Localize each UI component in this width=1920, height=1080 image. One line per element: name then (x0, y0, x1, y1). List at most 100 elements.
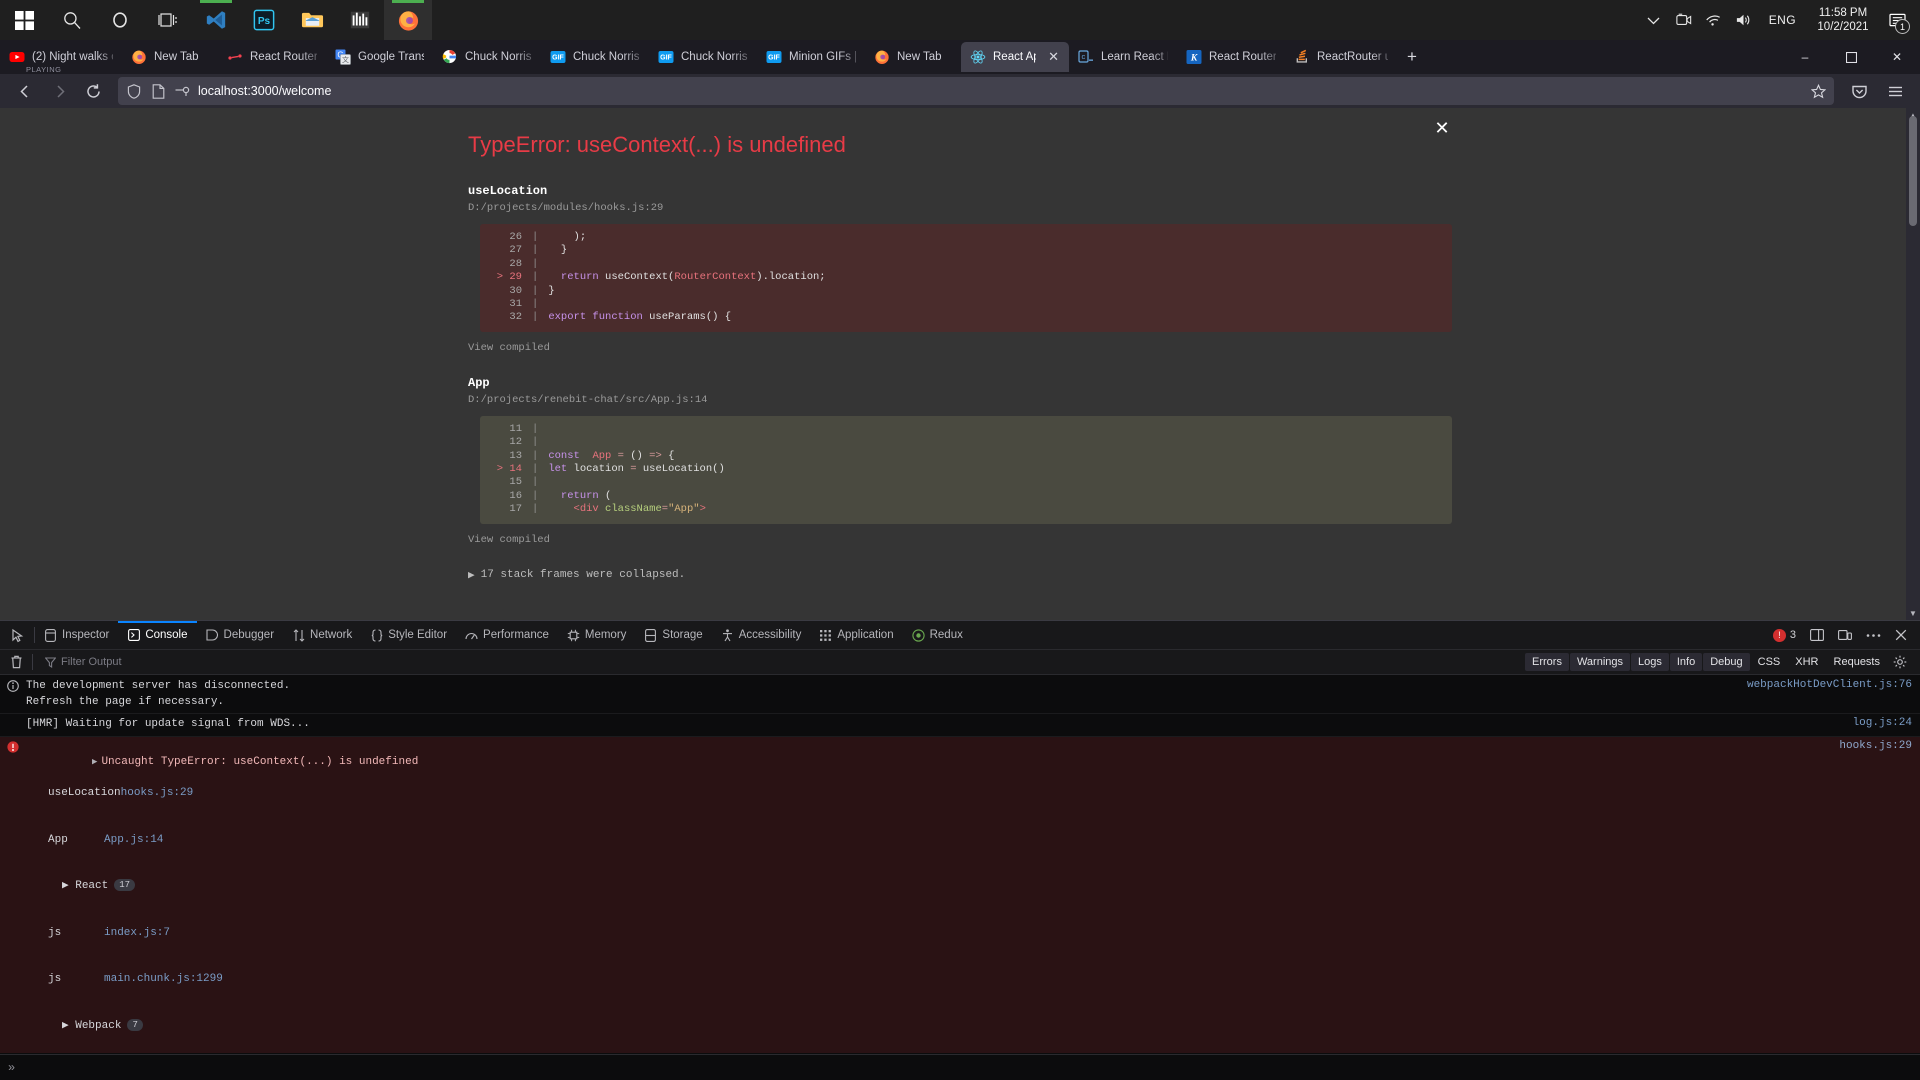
tab-debugger[interactable]: Debugger (197, 621, 284, 650)
stack-group-count: 17 (114, 879, 136, 891)
stack-fn-loc[interactable]: App.js:14 (104, 834, 163, 846)
meatball-menu-icon[interactable] (1860, 622, 1886, 648)
photoshop-icon[interactable]: Ps (240, 0, 288, 40)
minimize-button[interactable]: – (1782, 40, 1828, 74)
stack-group-webpack[interactable]: ▶ Webpack (26, 1019, 121, 1035)
console-message-error[interactable]: ▶ Uncaught TypeError: useContext(...) is … (0, 736, 1920, 1053)
browser-tab[interactable]: New Tab (122, 42, 218, 72)
view-compiled-link[interactable]: View compiled (468, 342, 1460, 354)
filter-chip-requests[interactable]: Requests (1827, 653, 1887, 671)
browser-tab[interactable]: GIF Chuck Norris Mi (649, 42, 757, 72)
browser-tab[interactable]: c Learn React Rout (1069, 42, 1177, 72)
filter-chip-debug[interactable]: Debug (1703, 653, 1750, 671)
gear-icon[interactable] (1888, 651, 1912, 673)
clock-time: 11:58 PM (1818, 7, 1868, 19)
forward-button[interactable] (42, 76, 76, 106)
tab-accessibility[interactable]: Accessibility (712, 621, 811, 650)
tray-chevron-up-icon[interactable] (1639, 0, 1669, 40)
view-compiled-link[interactable]: View compiled (468, 534, 1460, 546)
reload-button[interactable] (76, 76, 110, 106)
console-message[interactable]: [HMR] Waiting for update signal from WDS… (0, 714, 1920, 737)
filter-output-input[interactable]: Filter Output (37, 653, 197, 672)
filter-chip-logs[interactable]: Logs (1631, 653, 1669, 671)
close-window-button[interactable]: ✕ (1874, 40, 1920, 74)
browser-tab[interactable]: React Router: De (218, 42, 326, 72)
url-text[interactable]: localhost:3000/welcome (198, 84, 1802, 98)
browser-tab[interactable]: New Tab (865, 42, 961, 72)
stack-fn-loc[interactable]: main.chunk.js:1299 (104, 973, 223, 985)
error-count-indicator[interactable]: ! 3 (1767, 628, 1802, 642)
close-icon[interactable]: ✕ (1047, 49, 1060, 65)
browser-tab[interactable]: (2) Night walks o PLAYING (0, 42, 122, 72)
stack-fn-loc[interactable]: index.js:7 (104, 927, 170, 939)
page-info-icon[interactable] (150, 83, 166, 99)
language-indicator[interactable]: ENG (1759, 13, 1806, 27)
permissions-icon[interactable] (174, 83, 190, 99)
tab-console[interactable]: Console (118, 620, 197, 650)
tab-inspector[interactable]: Inspector (35, 621, 118, 650)
close-overlay-icon[interactable]: ✕ (1432, 118, 1452, 138)
stack-frame-name: App (468, 375, 490, 390)
clock[interactable]: 11:58 PM 10/2/2021 (1806, 6, 1880, 34)
meet-now-icon[interactable] (1669, 0, 1699, 40)
vscode-icon[interactable] (192, 0, 240, 40)
stack-group-react[interactable]: ▶ React (26, 879, 108, 895)
console-message[interactable]: The development server has disconnected.… (0, 676, 1920, 714)
console-message-list[interactable]: The development server has disconnected.… (0, 676, 1920, 1053)
expand-triangle-icon[interactable]: ▶ (92, 757, 97, 767)
firefox-icon[interactable] (384, 0, 432, 40)
tab-redux[interactable]: Redux (903, 621, 972, 650)
browser-tab[interactable]: K React Router use (1177, 42, 1285, 72)
folder-icon[interactable] (288, 0, 336, 40)
tab-storage[interactable]: Storage (635, 621, 711, 650)
filter-chip-errors[interactable]: Errors (1525, 653, 1569, 671)
tab-performance[interactable]: Performance (456, 621, 558, 650)
page-scrollbar-thumb[interactable] (1909, 116, 1917, 226)
blank-icon (0, 717, 26, 733)
filter-chip-warnings[interactable]: Warnings (1569, 653, 1631, 671)
cortana-circle-icon[interactable] (96, 0, 144, 40)
console-source-link[interactable]: webpackHotDevClient.js:76 (1747, 679, 1912, 691)
close-devtools-icon[interactable] (1888, 622, 1914, 648)
responsive-design-icon[interactable] (1832, 622, 1858, 648)
console-input[interactable]: » (0, 1054, 1920, 1080)
tab-style-editor[interactable]: Style Editor (361, 621, 456, 650)
maximize-button[interactable] (1828, 40, 1874, 74)
tab-network[interactable]: Network (283, 621, 361, 650)
storage-icon (644, 628, 657, 642)
filter-chip-xhr[interactable]: XHR (1788, 653, 1825, 671)
scroll-down-arrow-icon[interactable]: ▼ (1906, 606, 1920, 620)
console-source-link[interactable]: log.js:24 (1853, 717, 1912, 729)
filter-chip-css[interactable]: CSS (1751, 653, 1788, 671)
browser-tab[interactable]: ReactRouter useL (1285, 42, 1397, 72)
new-tab-button[interactable]: + (1397, 42, 1427, 72)
browser-tab-react-app[interactable]: React App ✕ (961, 42, 1069, 72)
back-button[interactable] (8, 76, 42, 106)
tab-memory[interactable]: Memory (558, 621, 636, 650)
shield-icon[interactable] (126, 83, 142, 99)
stack-fn-loc[interactable]: hooks.js:29 (121, 787, 194, 799)
console-source-link[interactable]: hooks.js:29 (1839, 740, 1912, 752)
start-button[interactable] (0, 0, 48, 40)
collapsed-frames-toggle[interactable]: ▶ 17 stack frames were collapsed. (468, 568, 1460, 582)
action-center-button[interactable]: 1 (1880, 0, 1914, 40)
browser-tab[interactable]: GIF Chuck Norris GIF (541, 42, 649, 72)
browser-tab[interactable]: Chuck Norris gif (433, 42, 541, 72)
trash-icon[interactable] (4, 651, 28, 673)
hamburger-menu-icon[interactable] (1878, 76, 1912, 106)
audacity-icon[interactable] (336, 0, 384, 40)
volume-icon[interactable] (1729, 0, 1759, 40)
wifi-icon[interactable] (1699, 0, 1729, 40)
filter-chip-info[interactable]: Info (1669, 653, 1703, 671)
pocket-icon[interactable] (1842, 76, 1876, 106)
element-picker-icon[interactable] (0, 621, 34, 650)
browser-tab[interactable]: G文 Google Translate (326, 42, 433, 72)
tab-application[interactable]: Application (810, 621, 902, 650)
search-icon[interactable] (48, 0, 96, 40)
browser-tab[interactable]: GIF Minion GIFs | Te (757, 42, 865, 72)
bookmark-star-icon[interactable] (1810, 83, 1826, 99)
address-bar[interactable]: localhost:3000/welcome (118, 77, 1834, 105)
task-view-icon[interactable] (144, 0, 192, 40)
page-scrollbar[interactable]: ▲ ▼ (1906, 108, 1920, 620)
split-console-icon[interactable] (1804, 622, 1830, 648)
